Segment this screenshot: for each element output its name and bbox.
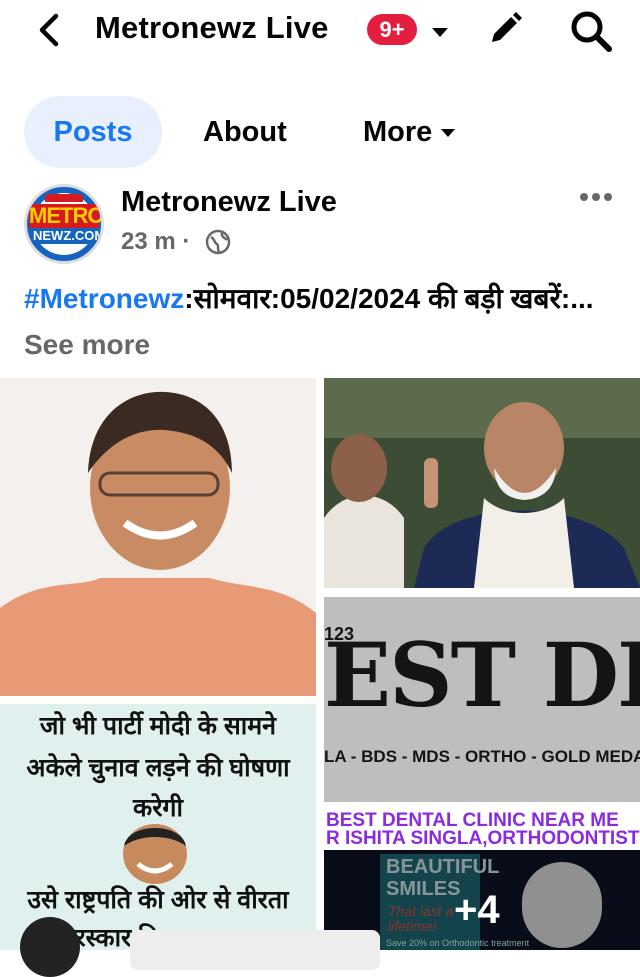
meme-line-1: जो भी पार्टी मोदी के सामने [39,712,277,740]
photo-dental-ad[interactable]: BEST DENTAL CLINIC NEAR ME R ISHITA SING… [324,810,640,950]
edit-pencil-icon[interactable] [484,8,526,50]
cartoon-face-icon [123,824,187,884]
back-arrow-icon[interactable] [30,10,70,50]
tab-more-label: More [363,116,433,148]
page-title[interactable]: Metronewz Live [95,10,329,46]
notification-badge[interactable]: 9+ [367,14,417,45]
caret-down-icon[interactable] [428,20,452,44]
photo-dental-sign[interactable]: 123 EST DENT LA - BDS - MDS - ORTHO - GO… [324,597,640,802]
sign-headline: EST DENT [324,623,640,727]
logo-tab [45,194,83,202]
sign-subtitle: LA - BDS - MDS - ORTHO - GOLD MEDALIST [324,747,640,766]
photo-modi-parliament[interactable] [324,378,640,588]
portrait-illustration [0,378,316,696]
post-meta: 23 m · [121,228,190,256]
top-bar: Metronewz Live 9+ [0,0,640,62]
tab-posts[interactable]: Posts [24,96,162,168]
photo-woman-portrait[interactable] [0,378,316,696]
meme-line-4: उसे राष्ट्रपति की ओर से वीरता [27,886,289,914]
caret-down-icon [441,129,456,138]
logo-metro-text: METRO [29,203,104,228]
more-photos-count[interactable]: +4 [454,888,500,933]
parliament-illustration [324,378,640,588]
tab-about[interactable]: About [203,96,287,168]
post-text: #Metronewz:सोमवार:05/02/2024 की बड़ी खबर… [24,276,624,368]
bottom-bar [130,930,380,970]
meta-separator: · [182,228,191,255]
tab-more[interactable]: More [363,96,458,168]
ad-banner-line-2: R ISHITA SINGLA,ORTHODONTIST [326,828,640,849]
see-more-link[interactable]: See more [24,329,150,360]
avatar[interactable]: METRO NEWZ.COM [24,184,104,264]
meme-line-2: अकेले चुनाव लड़ने की घोषणा [26,754,290,782]
search-icon[interactable] [568,8,614,54]
post-author[interactable]: Metronewz Live [121,186,337,219]
post-body: :सोमवार:05/02/2024 की बड़ी खबरें:... [184,283,594,314]
globe-icon [205,229,231,255]
floating-button[interactable] [20,917,80,977]
hashtag-link[interactable]: #Metronewz [24,283,184,314]
ad-banner: BEST DENTAL CLINIC NEAR ME R ISHITA SING… [324,810,640,850]
more-options-icon[interactable] [578,185,614,209]
photo-hindi-meme[interactable]: जो भी पार्टी मोदी के सामने अकेले चुनाव ल… [0,704,316,950]
post-time[interactable]: 23 m [121,228,176,255]
page-tabs: Posts About More [0,96,640,170]
logo-newz-text: NEWZ.COM [33,228,104,244]
